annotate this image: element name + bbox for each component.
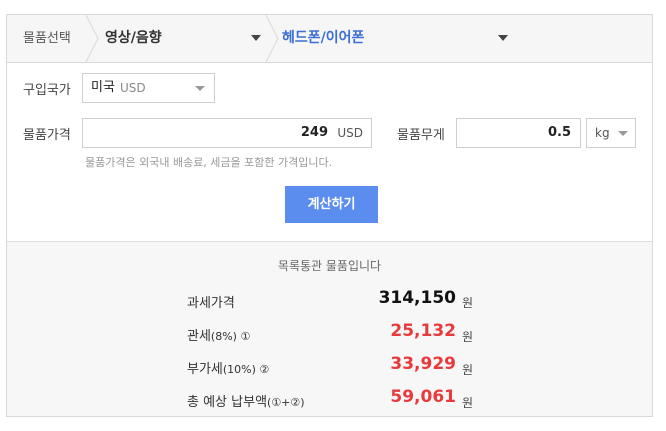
category-primary-value: 영상/음향 [105,30,162,46]
chevron-down-icon [498,35,508,41]
weight-input[interactable]: 0.5 [456,118,581,148]
price-input[interactable]: 249 USD [82,118,372,148]
category-primary-select[interactable]: 영상/음향 [105,15,261,62]
breadcrumb-separator-icon [85,15,99,62]
vat-unit: 원 [462,363,474,377]
chevron-down-icon [618,131,628,136]
weight-unit-value: kg [595,126,610,140]
chevron-down-icon [251,35,261,41]
weight-label: 물품무게 [397,128,445,143]
country-label: 구입국가 [23,83,71,98]
taxable-price-unit: 원 [462,296,474,310]
customs-duty-label: 관세(8%) ① [187,329,251,344]
country-select[interactable]: 미국 USD [82,73,215,103]
vat-value: 33,929 [390,354,456,374]
category-bar: 물품선택 영상/음향 헤드폰/이어폰 [7,15,652,63]
customs-calculator-panel: 물품선택 영상/음향 헤드폰/이어폰 구입국가 미국 USD 물품가격 249 … [6,14,653,417]
total-payment-label: 총 예상 납부액(①+②) [187,395,305,410]
result-title: 목록통관 물품입니다 [277,259,382,273]
price-label: 물품가격 [23,128,71,143]
taxable-price-label: 과세가격 [187,296,235,311]
weight-value: 0.5 [547,125,571,140]
weight-unit-select[interactable]: kg [586,118,636,148]
total-payment-value: 59,061 [390,387,456,407]
vat-label: 부가세(10%) ② [187,362,270,377]
category-label: 물품선택 [23,31,71,46]
customs-duty-unit: 원 [462,330,474,344]
price-currency: USD [337,126,363,140]
price-value: 249 [300,125,328,140]
breadcrumb-separator-icon [265,15,279,62]
customs-duty-value: 25,132 [390,321,456,341]
total-payment-unit: 원 [462,396,474,410]
country-currency: USD [120,81,146,95]
chevron-down-icon [195,86,205,91]
category-secondary-value: 헤드폰/이어폰 [282,30,365,46]
result-section: 목록통관 물품입니다 과세가격 314,150 원 관세(8%) ① 25,13… [7,241,652,416]
category-secondary-select[interactable]: 헤드폰/이어폰 [282,15,508,62]
taxable-price-value: 314,150 [378,288,456,308]
price-hint: 물품가격은 외국내 배송료, 세금을 포함한 가격입니다. [85,156,333,169]
calculate-button[interactable]: 계산하기 [285,186,378,223]
country-value: 미국 [91,80,115,95]
